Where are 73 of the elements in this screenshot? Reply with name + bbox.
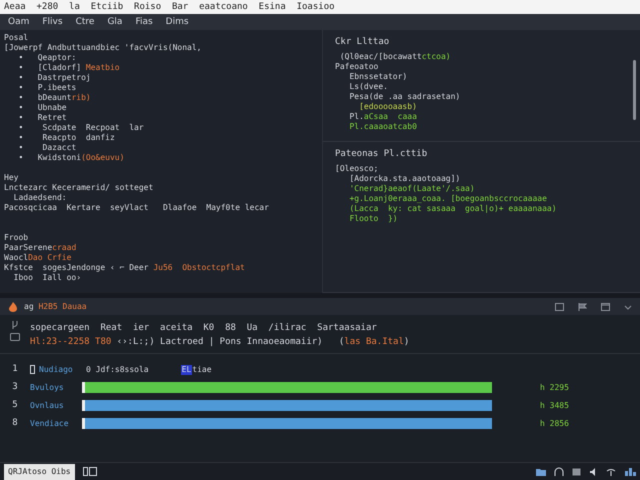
line-number: 5: [11, 398, 19, 412]
menu-item[interactable]: Gla: [107, 16, 122, 28]
code-line: • Reacpto danfiz: [17, 133, 115, 142]
code-line: • [Cladorf] Meatbio: [17, 63, 120, 72]
bar-reading: h 3485: [540, 400, 570, 412]
line-number: 3: [11, 380, 19, 394]
code-line: Pl.caaaoatcab0: [348, 122, 417, 131]
code-line: • bDeauntrib): [17, 93, 91, 102]
code-line: Ebnssetator): [348, 72, 408, 81]
code-line: [Adorcka.sta.aaotoaag]): [348, 174, 460, 183]
chevron-icon: [624, 302, 632, 310]
start-button[interactable]: QRJAtoso Oibs: [4, 464, 75, 480]
code-line: [Jowerpf Andbuttuandbiec 'facvVris(Nonal,: [4, 43, 202, 52]
code-line: Pesa(de .aa sadrasetan): [348, 92, 460, 101]
code-line: Posal: [4, 33, 28, 42]
code-line: PaarSerenecraad: [4, 243, 76, 252]
file-icon: [30, 365, 35, 374]
code-line: Ls(dvee.: [348, 82, 388, 91]
terminal-icon: [10, 333, 20, 341]
panel-title: Ckr Llttao: [335, 36, 390, 48]
line-number: 1: [11, 362, 19, 376]
code-line: [Oleosco;: [335, 164, 378, 173]
code-line: sopecargeen Reat ier aceita K0 88 Ua /ilirac Sartaasaiar: [30, 323, 377, 333]
code-line: Froob: [4, 233, 28, 242]
bar-reading: h 2295: [540, 382, 570, 394]
code-line: Pafeoatoo: [335, 62, 378, 71]
chart-icon: [624, 467, 636, 476]
code-line: • Scdpate Recpoat lar: [17, 123, 144, 132]
tag: EL: [180, 364, 192, 374]
row-text: 0 Jdf:s8ssola: [86, 364, 149, 374]
code-line: • Ubnabe: [17, 103, 67, 112]
network-icon: [606, 468, 616, 476]
headphones-icon: [554, 467, 564, 476]
row-label: Ovnlaus: [30, 400, 65, 412]
code-line: • Qeaptor:: [17, 53, 76, 62]
speaker-icon: [589, 468, 598, 476]
code-line: Lnctezarc Keceramerid/ sotteget: [4, 183, 154, 192]
code-line: • Dastrpetroj: [17, 73, 91, 82]
row-label: Vendiace: [30, 418, 70, 430]
code-line: • P.ibeets: [17, 83, 76, 92]
panel-title: ag H2B5 Dauaa: [24, 302, 87, 312]
code-line: (Ql0eac/[bocawattctcoa): [338, 52, 451, 61]
code-line: Hl:23--2258 T80 ‹›:L:;) Lactroed | Pons Innaoeaomaiir) (las Ba.Ital): [30, 337, 410, 347]
code-line: Flooto }): [348, 214, 398, 223]
code-line: Pacosqcicaa Kertare seyVlact Dlaafoe Mayf0te lecar: [4, 203, 269, 212]
code-line: (Lacca ky: cat sasaaa goal|o)+ eaaaanaaa): [348, 204, 557, 213]
menu-item[interactable]: Dims: [166, 16, 189, 28]
row-label: Nudiago: [39, 364, 73, 376]
code-line: 'Cnerad}aeaof(Laate'/.saa): [348, 184, 475, 193]
folder-icon: [536, 467, 546, 476]
code-line: [edooooaasb): [358, 102, 417, 111]
code-line: Hey: [4, 173, 18, 182]
code-line: • Kwidstoni(Oo&euvu): [17, 153, 124, 162]
bar-reading: h 2856: [540, 418, 570, 430]
menu-item[interactable]: Flivs: [42, 16, 63, 28]
scrollbar: [633, 60, 636, 120]
code-line: Ladaedsend:: [12, 193, 67, 202]
code-line: Iboo Iall oo›: [12, 273, 82, 282]
line-number: 8: [11, 416, 19, 430]
code-line: Pl.aCsaa caaa: [348, 112, 417, 121]
window-title: Aeaa +280 la Etciib Roiso Bar eaatcoano Esina Ioasioo: [0, 0, 640, 14]
tag-text: tiae: [192, 364, 212, 374]
code-line: • Retret: [17, 113, 67, 122]
code-line: +g.Loanj0eraaa_coaa. [boegoanbsccrocaaaae: [348, 194, 547, 203]
code-line: WaoclDao Crfie: [4, 253, 72, 262]
menu-item[interactable]: Fias: [135, 16, 153, 28]
panel-title: Pateonas Pl.cttib: [335, 148, 428, 160]
menu-item[interactable]: Oam: [8, 16, 30, 28]
flag-icon: [578, 302, 587, 310]
menu-item[interactable]: Ctre: [76, 16, 94, 28]
code-line: Kfstce sogesJendonge ‹ ⌐ Deer Ju56 Obstoctcpflat: [4, 263, 245, 272]
row-label: Bvuloys: [30, 382, 65, 394]
code-line: • Dazacct: [17, 143, 76, 152]
